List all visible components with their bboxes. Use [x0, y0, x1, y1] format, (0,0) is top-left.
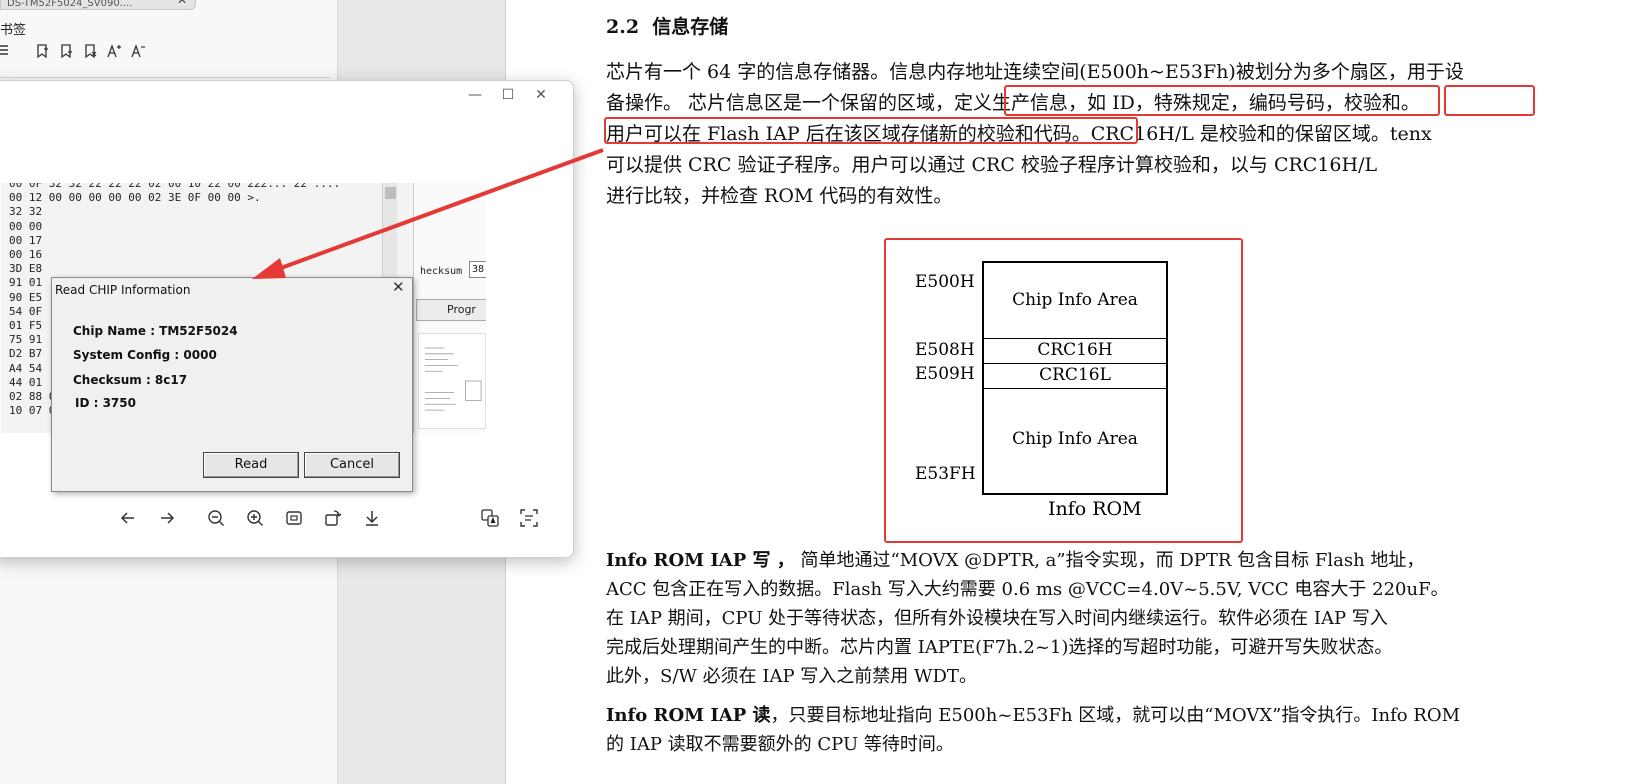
para1-line2-a: 备操作。 芯片信息区是一个保留的区域， — [606, 92, 955, 114]
highlight-checksum — [1444, 85, 1535, 116]
document-tab-title: DS-TM52F5024_SV090.... — [7, 0, 133, 9]
id-text: ID : 3750 — [75, 396, 136, 410]
checksum-label: hecksum — [420, 266, 463, 277]
addr-e509: E509H — [915, 364, 975, 384]
bookmarks-title: 书签 — [0, 23, 27, 38]
rom-divider — [984, 363, 1166, 364]
hex-row: 00 0F 32 32 22 22 22 02 00 10 22 00 222:… — [9, 183, 341, 190]
zoom-out-icon[interactable] — [205, 507, 227, 529]
bookmark-delete-icon[interactable] — [82, 43, 98, 59]
close-tab-icon[interactable]: ✕ — [177, 0, 187, 6]
maximize-button[interactable]: ☐ — [498, 85, 518, 105]
hex-row: 44 01 — [9, 375, 43, 389]
para3-line1-text: ，只要目标地址指向 E500h~E53Fh 区域，就可以由“MOVX”指令执行。… — [770, 705, 1461, 726]
viewer-toolbar — [0, 501, 573, 537]
hex-row: 91 01 — [9, 276, 43, 290]
chip-name-text: Chip Name : TM52F5024 — [73, 324, 238, 338]
fit-window-icon[interactable] — [283, 507, 305, 529]
rom-cell-top: Chip Info Area — [1012, 290, 1138, 310]
addr-e508: E508H — [915, 340, 975, 360]
read-chip-info-dialog: Read CHIP Information ✕ Chip Name : TM52… — [51, 277, 413, 492]
para3-line1: Info ROM IAP 读，只要目标地址指向 E500h~E53Fh 区域，就… — [606, 701, 1460, 727]
highlight-flash-iap — [604, 117, 1138, 144]
download-icon[interactable] — [361, 507, 383, 529]
rom-divider — [984, 338, 1166, 339]
previous-image-icon[interactable] — [117, 507, 139, 529]
hex-row: 90 E5 — [9, 290, 43, 304]
addr-e53f: E53FH — [915, 464, 976, 484]
para1-line3-b: CRC16H/L 是校验和的保留区域。tenx — [1090, 123, 1432, 145]
para1-line5: 进行比较，并检查 ROM 代码的有效性。 — [606, 185, 953, 207]
section-heading: 2.2 信息存储 — [606, 12, 728, 39]
hex-row: 54 0F — [9, 304, 43, 318]
rom-divider — [984, 388, 1166, 389]
diagram-caption: Info ROM — [1048, 498, 1142, 520]
para1-line1: 芯片有一个 64 字的信息存储器。信息内存地址连续空间(E500h~E53Fh)… — [606, 61, 1464, 83]
rom-cell-crc16h: CRC16H — [1037, 340, 1113, 360]
programmer-panel: hecksum 38 Progr — [413, 183, 486, 433]
hex-row: 00 00 — [9, 219, 43, 233]
rom-cell-crc16l: CRC16L — [1039, 365, 1111, 385]
bookmark-add-child-icon[interactable] — [58, 43, 74, 59]
hex-row: A4 54 — [9, 361, 43, 375]
hex-row: 32 32 — [9, 205, 43, 219]
para1-line4: 可以提供 CRC 验证子程序。用户可以通过 CRC 校验子程序计算校验和，以与 … — [606, 154, 1378, 176]
outline-list-icon[interactable] — [0, 43, 12, 59]
para2-line1: Info ROM IAP 写 ， 简单地通过“MOVX @DPTR, a”指令实… — [606, 546, 1424, 572]
hex-row: 75 91 — [9, 333, 43, 347]
dialog-title: Read CHIP Information — [55, 283, 191, 297]
info-rom-map: Chip Info Area CRC16H CRC16L Chip Info A… — [982, 261, 1168, 495]
hex-row: 01 F5 — [9, 319, 43, 332]
checksum-text: Checksum : 8c17 — [73, 373, 188, 387]
close-window-button[interactable]: ✕ — [531, 85, 551, 105]
system-config-text: System Config : 0000 — [73, 348, 217, 362]
rom-cell-bottom: Chip Info Area — [1012, 429, 1138, 449]
addr-e500: E500H — [915, 272, 975, 292]
para3-lead: Info ROM IAP 读 — [606, 705, 771, 726]
para2-line3: 在 IAP 期间，CPU 处于等待状态，但所有外设模块在写入时间内继续运行。软件… — [606, 608, 1388, 629]
font-decrease-icon[interactable] — [130, 43, 146, 59]
cancel-button: Cancel — [304, 452, 400, 478]
read-button: Read — [203, 452, 299, 478]
para2-line1-text: 简单地通过“MOVX @DPTR, a”指令实现，而 DPTR 包含目标 Fla… — [794, 550, 1425, 571]
translate-icon[interactable] — [479, 507, 501, 529]
hex-row: 00 16 — [9, 248, 43, 261]
hex-scrollbar-thumb[interactable] — [385, 187, 396, 199]
sidebar-divider — [0, 77, 330, 78]
section-title: 信息存储 — [652, 16, 729, 38]
hex-row: 00 12 00 00 00 00 00 02 3E 0F 00 00 >. — [9, 191, 261, 205]
para3-line2: 的 IAP 读取不需要额外的 CPU 等待时间。 — [606, 734, 954, 755]
para2-lead: Info ROM IAP 写 ， — [606, 550, 795, 571]
para2-line2: ACC 包含正在写入的数据。Flash 写入大约需要 0.6 ms @VCC=4… — [606, 579, 1449, 600]
minimize-button[interactable]: — — [465, 85, 485, 105]
checksum-field: 38 — [469, 261, 486, 278]
program-button: Progr — [416, 299, 486, 321]
para2-line4: 完成后处理期间产生的中断。芯片内置 IAPTE(F7h.2~1)选择的写超时功能… — [606, 637, 1393, 658]
image-viewer-window[interactable]: — ☐ ✕ 00 0F 32 32 22 22 22 02 00 10 22 0… — [0, 80, 574, 558]
ocr-scan-icon[interactable] — [518, 507, 540, 529]
next-image-icon[interactable] — [156, 507, 178, 529]
bookmark-add-icon[interactable] — [34, 43, 50, 59]
thumbnail-image — [418, 333, 486, 429]
document-tab[interactable]: DS-TM52F5024_SV090.... ✕ — [0, 0, 196, 10]
rotate-icon[interactable] — [322, 507, 344, 529]
dialog-close-icon: ✕ — [392, 278, 405, 296]
highlight-production-info — [1004, 85, 1440, 116]
para2-line5: 此外，S/W 必须在 IAP 写入之前禁用 WDT。 — [606, 666, 977, 687]
font-increase-icon[interactable] — [106, 43, 122, 59]
section-number: 2.2 — [606, 16, 640, 38]
zoom-in-icon[interactable] — [244, 507, 266, 529]
hex-row: 00 17 — [9, 233, 43, 247]
hex-row: 3D E8 — [9, 262, 43, 276]
hex-row: D2 B7 — [9, 347, 43, 361]
